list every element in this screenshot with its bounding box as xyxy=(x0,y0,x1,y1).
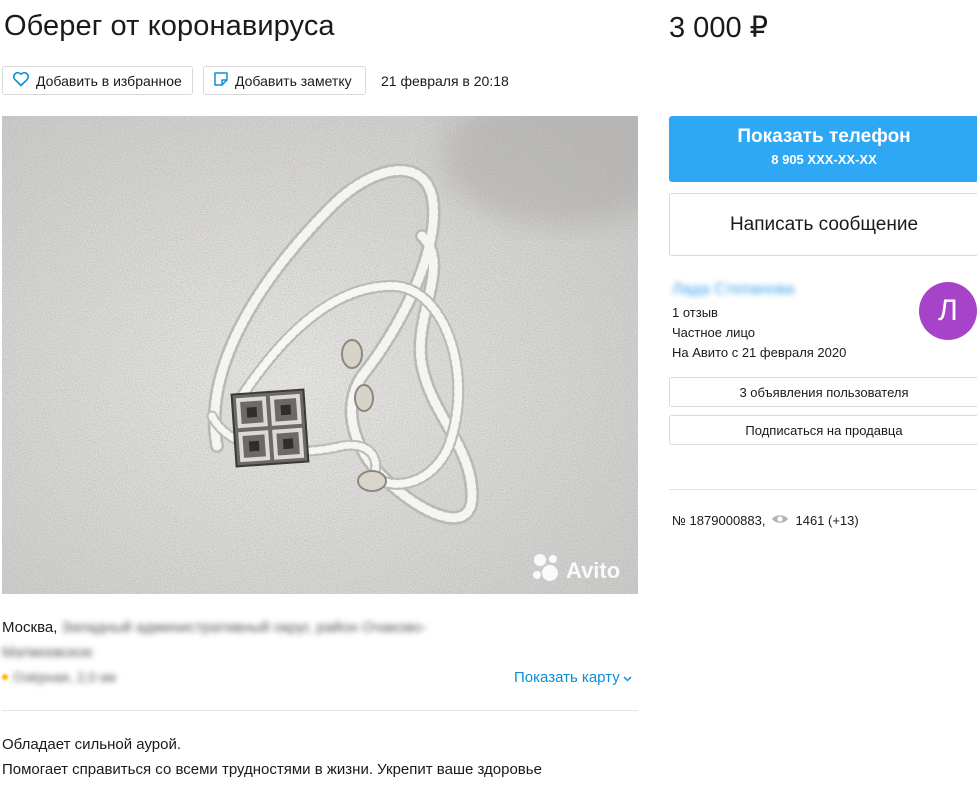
address-line: Москва, Западный административный округ,… xyxy=(2,619,426,636)
add-to-favorites-button[interactable]: Добавить в избранное xyxy=(2,66,193,95)
price: 3 000 ₽ xyxy=(669,12,769,44)
eye-icon xyxy=(771,513,789,528)
show-map-link[interactable]: Показать карту xyxy=(514,669,632,686)
divider xyxy=(669,489,977,490)
subscribe-seller-button[interactable]: Подписаться на продавца xyxy=(669,415,977,445)
listing-photo[interactable]: Avito xyxy=(2,116,638,594)
phone-number: 8 905 XXX-XX-XX xyxy=(771,152,877,167)
divider xyxy=(2,710,638,711)
seller-type: Частное лицо xyxy=(672,325,755,340)
description-line-1: Обладает сильной аурой. xyxy=(2,736,182,753)
show-phone-label: Показать телефон xyxy=(737,126,911,147)
listing-date: 21 февраля в 20:18 xyxy=(381,73,509,89)
seller-listings-button[interactable]: 3 объявления пользователя xyxy=(669,377,977,407)
add-to-favorites-label: Добавить в избранное xyxy=(36,72,182,89)
avito-watermark: Avito xyxy=(566,558,620,583)
listing-stats: № 1879000883, 1461 (+13) xyxy=(672,513,859,528)
note-icon xyxy=(213,71,229,90)
add-note-label: Добавить заметку xyxy=(235,72,352,89)
metro-distance: Озёрная, 2,0 км xyxy=(13,669,116,685)
write-message-button[interactable]: Написать сообщение xyxy=(669,193,977,256)
heart-icon xyxy=(12,71,30,90)
description-line-2: Помогает справиться со всеми трудностями… xyxy=(2,761,542,778)
metro-line-icon xyxy=(2,674,8,680)
metro-station: Озёрная, 2,0 км xyxy=(2,669,116,685)
item-number: № 1879000883, xyxy=(672,513,766,528)
district: Западный административный округ, район О… xyxy=(61,619,427,636)
page-title: Оберег от коронавируса xyxy=(4,10,335,42)
chevron-down-icon xyxy=(623,669,632,686)
avatar[interactable]: Л xyxy=(919,282,977,340)
show-map-label: Показать карту xyxy=(514,669,620,686)
seller-reviews[interactable]: 1 отзыв xyxy=(672,305,718,320)
show-phone-button[interactable]: Показать телефон 8 905 XXX-XX-XX xyxy=(669,116,977,182)
seller-since: На Авито с 21 февраля 2020 xyxy=(672,345,847,360)
seller-name-link[interactable]: Лада Степанова xyxy=(672,281,794,299)
add-note-button[interactable]: Добавить заметку xyxy=(203,66,366,95)
city: Москва, xyxy=(2,619,58,636)
view-count: 1461 (+13) xyxy=(795,513,859,528)
district-continued: Матвеевское xyxy=(2,644,93,661)
